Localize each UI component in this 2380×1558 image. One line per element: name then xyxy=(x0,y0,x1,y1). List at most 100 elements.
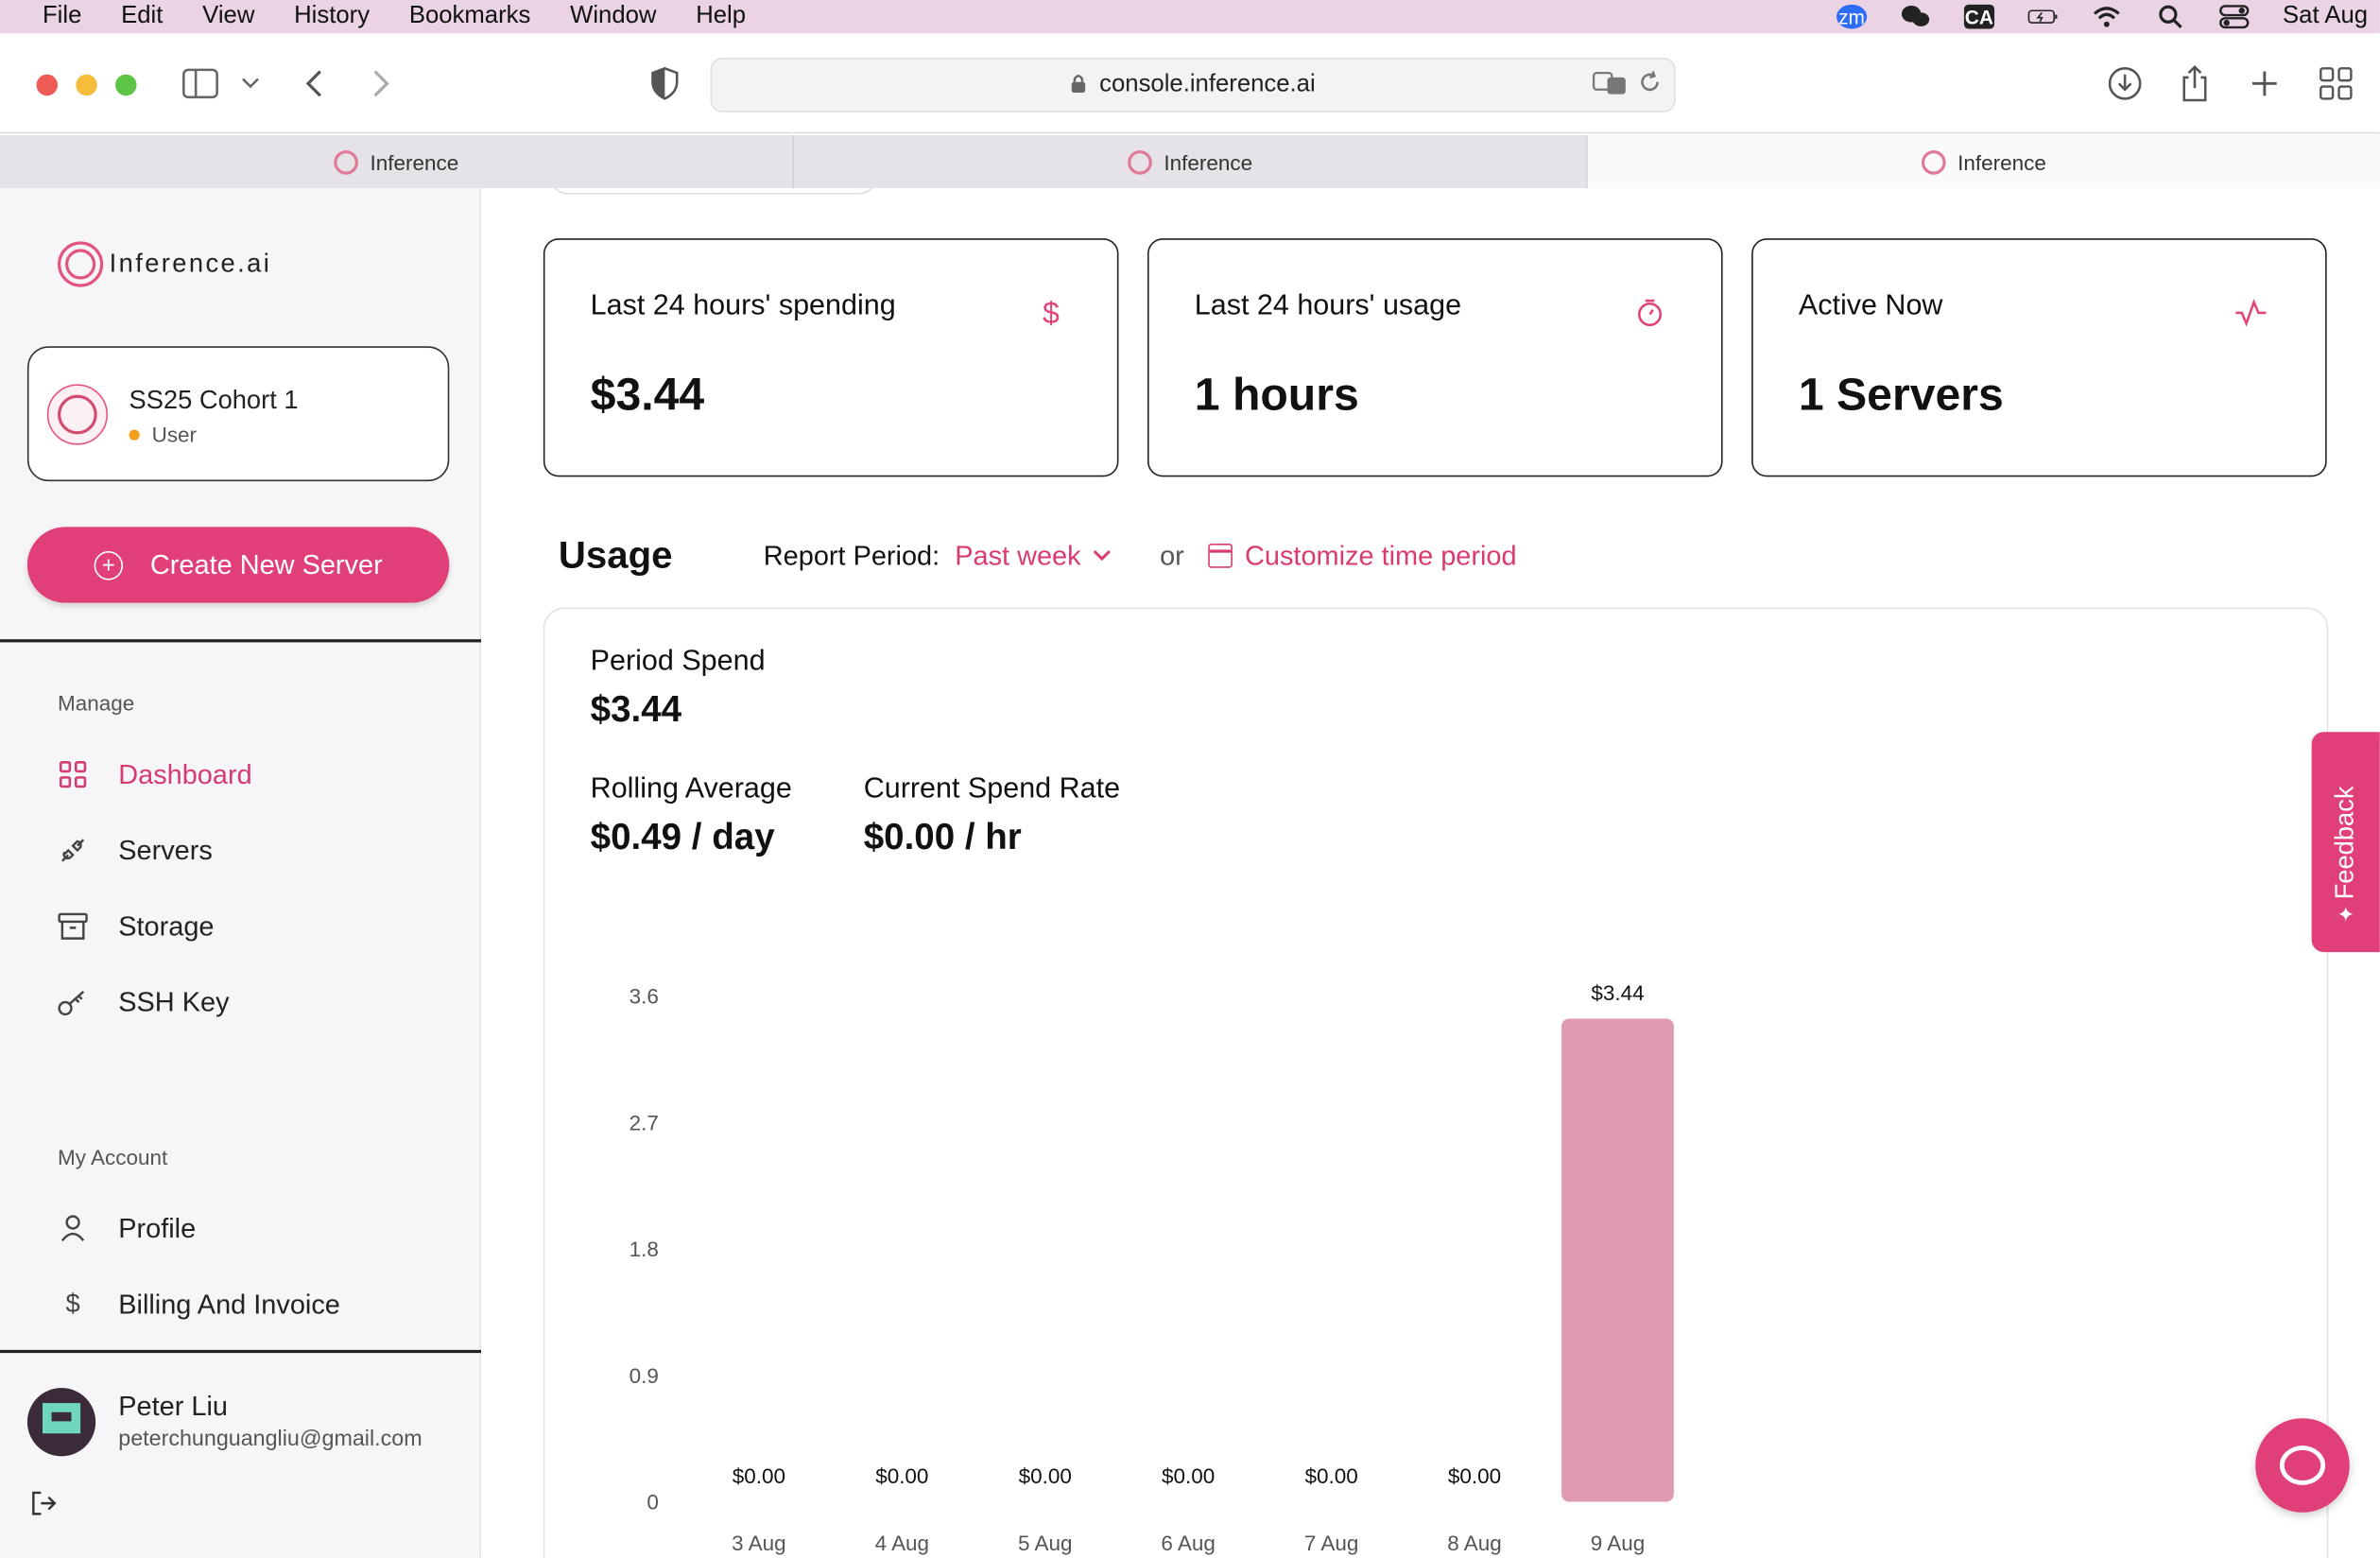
current-user[interactable]: Peter Liu peterchunguangliu@gmail.com xyxy=(26,1388,468,1463)
x-tick-label: 3 Aug xyxy=(732,1532,785,1555)
y-tick-label: 1.8 xyxy=(629,1238,659,1261)
address-bar[interactable]: console.inference.ai xyxy=(710,58,1676,113)
main-content: Last 24 hours' spending $3.44 $ Last 24 … xyxy=(482,188,2380,1558)
downloads-icon[interactable] xyxy=(2107,63,2144,103)
plus-circle-icon: + xyxy=(94,550,124,580)
create-new-server-button[interactable]: + Create New Server xyxy=(26,527,450,603)
sidebar-item-servers[interactable]: Servers xyxy=(58,827,453,873)
scrolled-element-edge xyxy=(549,188,878,195)
inference-favicon-icon xyxy=(1921,149,1946,174)
bar-data-label: $0.00 xyxy=(1448,1464,1501,1488)
x-tick-label: 9 Aug xyxy=(1591,1532,1645,1555)
wifi-icon[interactable] xyxy=(2092,5,2122,29)
stat-label: Last 24 hours' usage xyxy=(1194,289,1462,322)
divider xyxy=(0,1349,482,1354)
user-email: peterchunguangliu@gmail.com xyxy=(118,1427,423,1452)
spotlight-search-icon[interactable] xyxy=(2155,5,2185,29)
plug-icon xyxy=(58,835,88,865)
stat-label: Last 24 hours' spending xyxy=(590,289,896,322)
browser-tab[interactable]: Inference xyxy=(0,134,794,189)
control-center-icon[interactable] xyxy=(2219,5,2250,29)
logout-icon[interactable] xyxy=(30,1490,58,1525)
zoom-icon[interactable]: zm xyxy=(1836,4,1868,29)
browser-tab[interactable]: Inference xyxy=(794,134,1588,189)
sidebar-item-ssh-key[interactable]: SSH Key xyxy=(58,979,453,1025)
avatar xyxy=(26,1388,96,1457)
report-period-dropdown[interactable]: Past week xyxy=(955,540,1112,572)
usage-title: Usage xyxy=(558,533,673,577)
org-name: SS25 Cohort 1 xyxy=(129,385,299,415)
close-window-button[interactable] xyxy=(36,74,59,96)
bar-data-label: $0.00 xyxy=(1304,1464,1357,1488)
create-button-label: Create New Server xyxy=(149,548,383,580)
tab-bar: Inference Inference Inference xyxy=(0,134,2380,189)
reload-icon[interactable] xyxy=(1638,69,1663,101)
divider xyxy=(0,639,482,643)
sidebar-item-profile[interactable]: Profile xyxy=(58,1205,453,1251)
new-tab-icon[interactable] xyxy=(2250,63,2280,103)
feedback-tab[interactable]: Feedback ✦ xyxy=(2311,732,2380,953)
back-icon[interactable] xyxy=(303,63,324,103)
stat-card-active: Active Now 1 Servers xyxy=(1751,238,2327,477)
x-tick-label: 8 Aug xyxy=(1447,1532,1501,1555)
forward-icon[interactable] xyxy=(371,63,391,103)
user-icon xyxy=(58,1215,88,1242)
sidebar-item-label: Dashboard xyxy=(118,758,252,789)
share-icon[interactable] xyxy=(2180,63,2210,103)
menu-bookmarks[interactable]: Bookmarks xyxy=(409,3,531,30)
x-tick-label: 7 Aug xyxy=(1304,1532,1358,1555)
privacy-shield-icon[interactable] xyxy=(649,63,680,103)
user-name: Peter Liu xyxy=(118,1391,228,1422)
sidebar: Inference.ai SS25 Cohort 1 User + Create… xyxy=(0,188,482,1558)
calendar-icon xyxy=(1208,544,1233,568)
chat-support-button[interactable] xyxy=(2255,1418,2350,1513)
zoom-window-button[interactable] xyxy=(115,74,137,96)
org-role: User xyxy=(129,423,197,446)
y-tick-label: 0.9 xyxy=(629,1364,659,1388)
chevron-down-icon xyxy=(1093,545,1112,566)
menubar-clock[interactable]: Sat Aug xyxy=(2283,3,2368,30)
x-tick-label: 5 Aug xyxy=(1018,1532,1072,1555)
stat-value: 1 Servers xyxy=(1798,370,2004,421)
bar-data-label: $0.00 xyxy=(1162,1464,1215,1488)
window-controls xyxy=(36,74,137,96)
key-icon xyxy=(58,989,88,1016)
tab-label: Inference xyxy=(1957,149,2046,174)
minimize-window-button[interactable] xyxy=(76,74,97,96)
chevron-down-icon[interactable] xyxy=(240,63,261,103)
org-switcher[interactable]: SS25 Cohort 1 User xyxy=(26,346,450,482)
wechat-icon[interactable] xyxy=(1900,5,1930,29)
menu-help[interactable]: Help xyxy=(696,3,746,30)
menu-view[interactable]: View xyxy=(202,3,254,30)
dollar-icon: $ xyxy=(1042,297,1060,332)
menu-edit[interactable]: Edit xyxy=(121,3,163,30)
menu-history[interactable]: History xyxy=(294,3,370,30)
org-avatar xyxy=(46,384,109,445)
inference-favicon-icon xyxy=(1127,149,1152,174)
ca-icon[interactable]: CA xyxy=(1963,4,1994,29)
browser-tab-active[interactable]: Inference xyxy=(1587,134,2380,189)
tab-overview-icon[interactable] xyxy=(2320,63,2353,103)
customize-time-period-button[interactable]: Customize time period xyxy=(1208,540,1517,572)
bar[interactable] xyxy=(1561,1018,1674,1502)
menu-window[interactable]: Window xyxy=(570,3,656,30)
stat-value: 1 hours xyxy=(1194,370,1359,421)
logo-text: Inference.ai xyxy=(109,249,272,278)
sidebar-item-billing[interactable]: $ Billing And Invoice xyxy=(58,1282,453,1327)
translate-icon[interactable] xyxy=(1592,71,1629,100)
inference-logo-icon xyxy=(58,241,104,287)
dollar-icon: $ xyxy=(65,1289,80,1319)
grid-icon xyxy=(58,761,88,788)
report-period-value: Past week xyxy=(955,540,1081,571)
activity-icon xyxy=(2234,298,2268,338)
battery-icon[interactable] xyxy=(2027,5,2058,29)
customize-label: Customize time period xyxy=(1245,540,1517,571)
menu-file[interactable]: File xyxy=(43,3,81,30)
sidebar-item-storage[interactable]: Storage xyxy=(58,904,453,949)
sidebar-item-label: Servers xyxy=(118,834,213,865)
sidebar-toggle-icon[interactable] xyxy=(182,63,219,103)
archive-icon xyxy=(58,912,88,940)
app-logo[interactable]: Inference.ai xyxy=(58,241,272,287)
sidebar-item-dashboard[interactable]: Dashboard xyxy=(58,752,453,797)
y-tick-label: 0 xyxy=(647,1491,658,1515)
